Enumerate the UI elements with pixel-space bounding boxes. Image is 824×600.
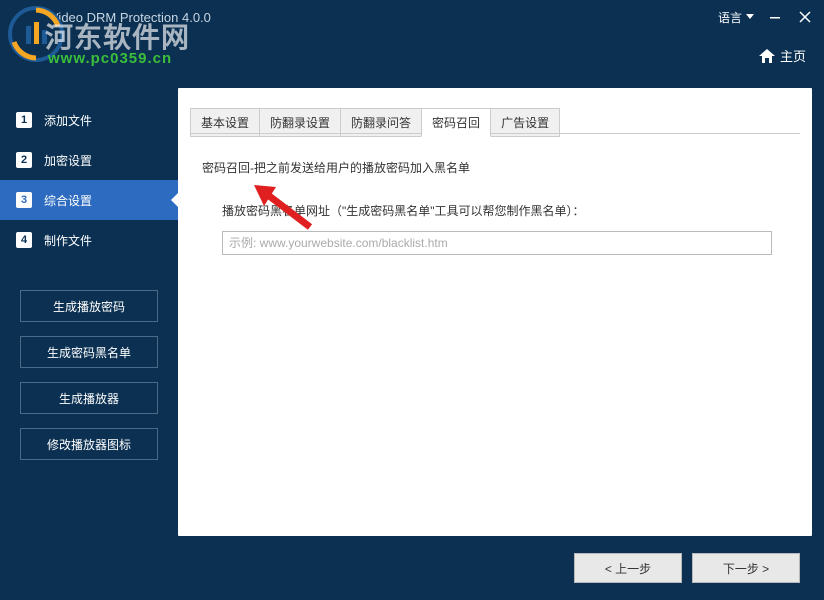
breadcrumb-home[interactable]: 主页 <box>759 46 806 65</box>
language-label: 语言 <box>718 9 742 26</box>
language-selector[interactable]: 语言 <box>718 9 754 26</box>
edit-player-icon-button[interactable]: 修改播放器图标 <box>20 428 158 460</box>
step-number: 4 <box>16 232 32 248</box>
tab-underline <box>190 133 800 134</box>
titlebar-right: 语言 <box>718 0 814 34</box>
home-icon <box>759 49 775 63</box>
minimize-button[interactable] <box>766 8 784 26</box>
chevron-down-icon <box>746 14 754 20</box>
gen-password-button[interactable]: 生成播放密码 <box>20 290 158 322</box>
tab-password-recall[interactable]: 密码召回 <box>421 108 491 137</box>
step-number: 1 <box>16 112 32 128</box>
sidebar-tool-buttons: 生成播放密码 生成密码黑名单 生成播放器 修改播放器图标 <box>20 290 158 460</box>
blacklist-url-input[interactable] <box>222 231 772 255</box>
gen-blacklist-button[interactable]: 生成密码黑名单 <box>20 336 158 368</box>
sidebar-step-add-file[interactable]: 1 添加文件 <box>0 100 178 140</box>
footer-nav: < 上一步 下一步 > <box>178 546 812 590</box>
sidebar: 1 添加文件 2 加密设置 3 综合设置 4 制作文件 <box>0 100 178 260</box>
step-label: 加密设置 <box>44 152 92 169</box>
prev-step-button[interactable]: < 上一步 <box>574 553 682 583</box>
watermark-url: www.pc0359.cn <box>48 50 172 67</box>
tabs: 基本设置 防翻录设置 防翻录问答 密码召回 广告设置 <box>178 88 812 137</box>
next-step-button[interactable]: 下一步 > <box>692 553 800 583</box>
gen-player-button[interactable]: 生成播放器 <box>20 382 158 414</box>
blacklist-url-field: 播放密码黑名单网址（"生成密码黑名单"工具可以帮您制作黑名单）： <box>222 202 788 255</box>
content-panel: 基本设置 防翻录设置 防翻录问答 密码召回 广告设置 密码召回-把之前发送给用户… <box>178 88 812 536</box>
panel-description: 密码召回-把之前发送给用户的播放密码加入黑名单 <box>202 159 788 176</box>
step-label: 添加文件 <box>44 112 92 129</box>
breadcrumb-label: 主页 <box>780 46 806 65</box>
sidebar-step-encrypt-settings[interactable]: 2 加密设置 <box>0 140 178 180</box>
panel-password-recall: 密码召回-把之前发送给用户的播放密码加入黑名单 播放密码黑名单网址（"生成密码黑… <box>178 137 812 277</box>
step-label: 综合设置 <box>44 192 92 209</box>
step-number: 3 <box>16 192 32 208</box>
step-number: 2 <box>16 152 32 168</box>
blacklist-url-label: 播放密码黑名单网址（"生成密码黑名单"工具可以帮您制作黑名单）： <box>222 202 788 219</box>
sidebar-step-general-settings[interactable]: 3 综合设置 <box>0 180 178 220</box>
step-label: 制作文件 <box>44 232 92 249</box>
sidebar-step-build-file[interactable]: 4 制作文件 <box>0 220 178 260</box>
close-button[interactable] <box>796 8 814 26</box>
